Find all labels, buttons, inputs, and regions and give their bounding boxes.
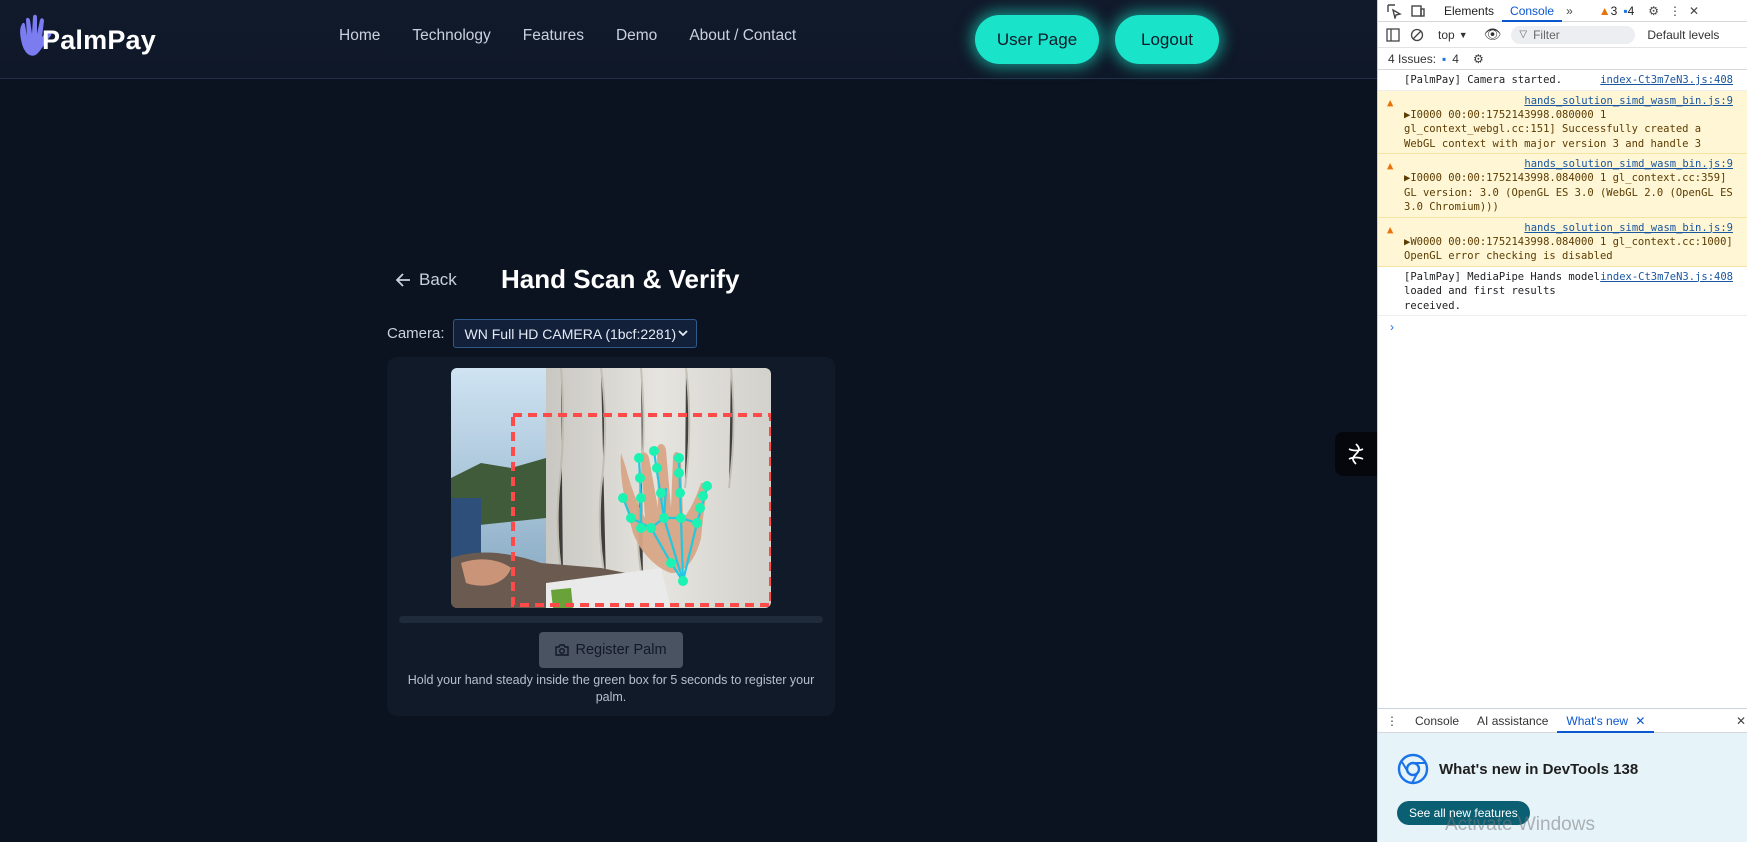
issues-label[interactable]: 4 Issues:: [1388, 52, 1436, 66]
console-warning-entry[interactable]: ▲ ▶W0000 00:00:1752143998.084000 1 gl_co…: [1378, 217, 1747, 267]
navbar: PalmPay Home Technology Features Demo Ab…: [0, 0, 1377, 79]
drawer-tab-ai-assistance[interactable]: AI assistance: [1468, 709, 1557, 733]
camera-select-value: WN Full HD CAMERA (1bcf:2281): [464, 325, 677, 342]
nav-about-contact[interactable]: About / Contact: [689, 27, 796, 45]
back-button[interactable]: Back: [396, 270, 457, 290]
tab-elements[interactable]: Elements: [1436, 0, 1502, 22]
issues-settings-icon[interactable]: ⚙: [1473, 52, 1484, 66]
settings-gear-icon[interactable]: ⚙: [1648, 4, 1659, 18]
devtools-tabbar: Elements Console » ▲ 3 ▪ 4 ⚙ ⋮ ✕: [1378, 0, 1747, 22]
app-viewport: PalmPay Home Technology Features Demo Ab…: [0, 0, 1377, 842]
register-palm-button[interactable]: Register Palm: [539, 632, 683, 668]
arrow-left-icon: [396, 273, 410, 287]
device-toolbar-icon[interactable]: [1410, 3, 1426, 19]
whats-new-tab-label: What's new: [1566, 713, 1629, 728]
log-levels-select[interactable]: Default levels: [1647, 28, 1719, 42]
warning-icon: ▲: [1598, 3, 1611, 18]
console-log-entry: [PalmPay] Camera started. index-Ct3m7eN3…: [1378, 70, 1747, 91]
chevron-down-icon: [677, 330, 688, 337]
inspect-element-icon[interactable]: [1386, 3, 1402, 19]
sparkle-logo-icon: [1348, 443, 1364, 465]
message-count[interactable]: 4: [1628, 4, 1635, 18]
camera-select[interactable]: WN Full HD CAMERA (1bcf:2281): [452, 319, 697, 348]
console-prompt[interactable]: ›: [1378, 316, 1747, 338]
user-page-button[interactable]: User Page: [975, 15, 1099, 64]
close-devtools-icon[interactable]: ✕: [1689, 4, 1699, 18]
console-toolbar: top ▼ 👁 ▽ Filter Default levels: [1378, 22, 1747, 48]
camera-feed: [451, 368, 771, 608]
scan-header: Back Hand Scan & Verify: [396, 264, 739, 294]
brand-name: PalmPay: [42, 25, 156, 55]
nav-technology[interactable]: Technology: [412, 27, 490, 45]
tab-console[interactable]: Console: [1502, 0, 1563, 22]
warning-triangle-icon: ▲: [1387, 96, 1394, 109]
log-source-link[interactable]: index-Ct3m7eN3.js:408: [1600, 270, 1733, 285]
issues-message-icon: ▪: [1442, 51, 1447, 66]
camera-label: Camera:: [387, 325, 445, 342]
more-tabs-icon[interactable]: »: [1566, 4, 1573, 18]
scan-hint: Hold your hand steady inside the green b…: [407, 673, 815, 704]
drawer-tab-console[interactable]: Console: [1406, 709, 1468, 733]
page-title: Hand Scan & Verify: [501, 264, 740, 294]
scan-progress-bar: [399, 616, 823, 623]
back-label: Back: [419, 270, 457, 289]
sidebar-toggle-icon[interactable]: [1386, 27, 1400, 42]
windows-activation-watermark: Activate Windows: [1445, 814, 1595, 835]
logout-button[interactable]: Logout: [1115, 15, 1219, 64]
whats-new-header: What's new in DevTools 138: [1397, 753, 1638, 785]
close-drawer-icon[interactable]: ✕: [1736, 714, 1746, 728]
log-source-link[interactable]: hands_solution_simd_wasm_bin.js:9: [1524, 94, 1733, 109]
console-log-entry: [PalmPay] MediaPipe Hands model loaded a…: [1378, 267, 1747, 316]
logo[interactable]: PalmPay: [14, 12, 156, 62]
drawer-tab-whats-new[interactable]: What's new ✕: [1557, 709, 1655, 733]
camera-row: Camera: WN Full HD CAMERA (1bcf:2281): [387, 319, 697, 348]
camera-icon: [555, 644, 570, 656]
camera-feed-image: [451, 368, 771, 608]
console-warning-entry[interactable]: ▲ ▶I0000 00:00:1752143998.080000 1 gl_co…: [1378, 90, 1747, 154]
console-warning-entry[interactable]: ▲ ▶I0000 00:00:1752143998.084000 1 gl_co…: [1378, 154, 1747, 218]
log-source-link[interactable]: hands_solution_simd_wasm_bin.js:9: [1524, 157, 1733, 172]
live-expression-eye-icon[interactable]: 👁: [1484, 26, 1502, 43]
log-text: [PalmPay] Camera started.: [1404, 74, 1563, 86]
warning-triangle-icon: ▲: [1387, 160, 1394, 172]
clear-console-icon[interactable]: [1410, 28, 1424, 42]
extension-float-button[interactable]: [1335, 432, 1377, 476]
drawer-tabbar: ⋮ Console AI assistance What's new ✕ ✕: [1378, 709, 1747, 733]
warning-count[interactable]: 3: [1611, 4, 1618, 18]
context-select[interactable]: top: [1438, 28, 1455, 42]
chrome-logo-icon: [1397, 753, 1429, 785]
register-palm-label: Register Palm: [575, 642, 667, 658]
warning-triangle-icon: ▲: [1387, 223, 1394, 236]
log-source-link[interactable]: hands_solution_simd_wasm_bin.js:9: [1524, 221, 1733, 236]
more-options-icon[interactable]: ⋮: [1669, 4, 1681, 18]
filter-funnel-icon: ▽: [1519, 29, 1528, 40]
nav-demo[interactable]: Demo: [616, 27, 657, 45]
context-dropdown-icon[interactable]: ▼: [1459, 30, 1468, 40]
nav-links: Home Technology Features Demo About / Co…: [339, 27, 796, 45]
console-filter-input[interactable]: ▽ Filter: [1511, 25, 1636, 44]
scan-card: Register Palm Hold your hand steady insi…: [387, 357, 835, 716]
close-tab-icon[interactable]: ✕: [1635, 714, 1645, 728]
nav-home[interactable]: Home: [339, 27, 380, 45]
drawer-menu-icon[interactable]: ⋮: [1378, 714, 1406, 728]
issues-count[interactable]: 4: [1452, 52, 1459, 66]
log-source-link[interactable]: index-Ct3m7eN3.js:408: [1600, 73, 1733, 88]
devtools-panel: Elements Console » ▲ 3 ▪ 4 ⚙ ⋮ ✕ top ▼ 👁…: [1377, 0, 1747, 842]
whats-new-title: What's new in DevTools 138: [1439, 760, 1639, 778]
nav-features[interactable]: Features: [523, 27, 584, 45]
filter-placeholder: Filter: [1533, 27, 1560, 42]
issues-bar: 4 Issues: ▪ 4 ⚙: [1378, 48, 1747, 70]
